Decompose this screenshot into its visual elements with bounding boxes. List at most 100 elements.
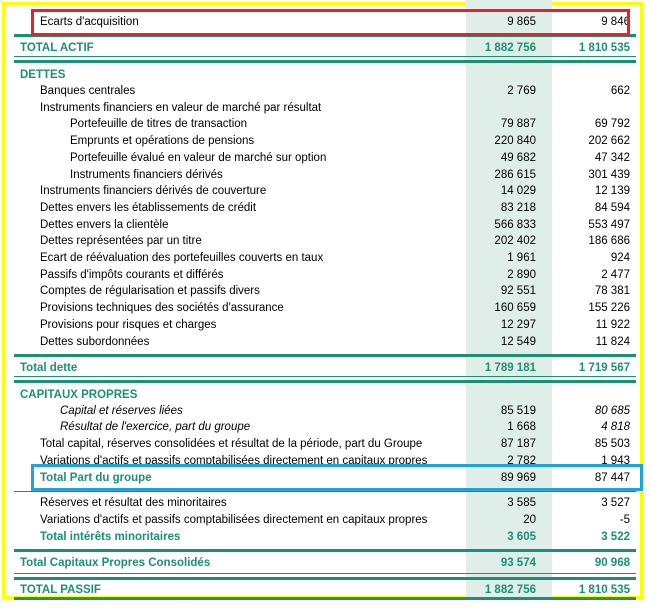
value-previous: 84 594 bbox=[594, 201, 630, 214]
row-label: Portefeuille de titres de transaction bbox=[70, 118, 248, 131]
row-label: Réserves et résultat des minoritaires bbox=[40, 497, 227, 509]
divider bbox=[14, 60, 636, 63]
dettes-row: Provisions pour risques et charges 12 297… bbox=[14, 317, 636, 333]
value-current: 12 297 bbox=[500, 318, 536, 331]
value-current: 220 840 bbox=[494, 135, 536, 148]
divider bbox=[14, 577, 636, 580]
row-label: Dettes subordonnées bbox=[40, 335, 150, 348]
value-previous: 924 bbox=[610, 252, 630, 264]
total-dette-row: Total dette 1 789 181 1 719 567 bbox=[14, 360, 636, 376]
row-label: Provisions techniques des sociétés d'ass… bbox=[40, 302, 284, 315]
row-label: Portefeuille évalué en valeur de marché … bbox=[70, 151, 327, 164]
row-label: Provisions pour risques et charges bbox=[40, 318, 217, 331]
divider bbox=[14, 376, 636, 377]
row-label: Instruments financiers en valeur de marc… bbox=[40, 101, 322, 114]
value-current: 1 882 756 bbox=[484, 42, 536, 54]
minoritaires-row: Total intérêts minoritaires 3 605 3 522 bbox=[14, 529, 636, 545]
value-current: 566 833 bbox=[494, 218, 536, 231]
value-current: 3 605 bbox=[507, 531, 536, 543]
divider bbox=[14, 549, 636, 552]
dettes-row: Dettes envers la clientèle 566 833 553 497 bbox=[14, 217, 636, 233]
dettes-row: Portefeuille de titres de transaction 79 … bbox=[14, 116, 636, 132]
value-current: 85 519 bbox=[500, 405, 536, 417]
row-label: Banques centrales bbox=[40, 85, 136, 97]
value-previous: 47 342 bbox=[594, 151, 630, 164]
value-previous: 2 477 bbox=[601, 268, 630, 281]
dettes-row: Passifs d'impôts courants et différés 2 8… bbox=[14, 267, 636, 283]
value-current: 93 574 bbox=[500, 557, 536, 569]
dettes-row: Dettes subordonnées 12 549 11 824 bbox=[14, 334, 636, 350]
row-label: Total intérêts minoritaires bbox=[40, 531, 181, 543]
value-previous: 1 810 535 bbox=[578, 584, 630, 596]
balance-sheet-table: DETTES CAPITAUX PROPRES Total dette 1 78… bbox=[0, 0, 651, 608]
value-current: 286 615 bbox=[494, 168, 536, 181]
value-previous: 1 719 567 bbox=[578, 362, 630, 374]
row-label: Total Capitaux Propres Consolidés bbox=[20, 557, 211, 569]
value-current: 79 887 bbox=[500, 118, 536, 131]
minoritaires-row: Réserves et résultat des minoritaires 3 5… bbox=[14, 495, 636, 511]
value-current: 20 bbox=[523, 514, 536, 526]
dettes-header: DETTES bbox=[14, 67, 636, 83]
value-current: 1 668 bbox=[507, 421, 536, 433]
value-previous: 3 527 bbox=[601, 497, 630, 509]
value-previous: 301 439 bbox=[588, 168, 630, 181]
value-previous: 78 381 bbox=[594, 285, 630, 298]
row-label: Comptes de régularisation et passifs div… bbox=[40, 285, 260, 298]
value-current: 1 882 756 bbox=[484, 584, 536, 596]
value-previous: 69 792 bbox=[594, 118, 630, 131]
value-previous: 3 522 bbox=[601, 531, 630, 543]
value-current: 2 890 bbox=[507, 268, 536, 281]
row-label: Passifs d'impôts courants et différés bbox=[40, 268, 224, 281]
row-label: Total dette bbox=[20, 362, 78, 374]
value-current: 1 789 181 bbox=[484, 362, 536, 374]
divider bbox=[14, 573, 636, 574]
value-previous: 186 686 bbox=[588, 235, 630, 248]
value-previous: 85 503 bbox=[594, 438, 630, 450]
value-previous: 4 818 bbox=[601, 421, 630, 433]
capitaux-header: CAPITAUX PROPRES bbox=[14, 387, 636, 403]
row-label: Ecart de réévaluation des portefeuilles … bbox=[40, 252, 324, 264]
divider bbox=[14, 491, 636, 492]
row-label: Résultat de l'exercice, part du groupe bbox=[60, 421, 251, 433]
value-previous: 11 824 bbox=[595, 335, 630, 348]
dettes-row: Instruments financiers en valeur de marc… bbox=[14, 100, 636, 116]
dettes-row: Portefeuille évalué en valeur de marché … bbox=[14, 150, 636, 166]
value-previous: 553 497 bbox=[588, 218, 630, 231]
value-current: 1 961 bbox=[507, 252, 536, 264]
total-actif-row: TOTAL ACTIF 1 882 756 1 810 535 bbox=[14, 40, 636, 56]
value-current: 92 551 bbox=[500, 285, 536, 298]
value-current: 87 187 bbox=[500, 438, 536, 450]
capitaux-row: Capital et réserves liées 85 519 80 685 bbox=[14, 403, 636, 419]
dettes-row: Provisions techniques des sociétés d'ass… bbox=[14, 300, 636, 316]
row-label: Emprunts et opérations de pensions bbox=[70, 135, 255, 148]
value-previous: 202 662 bbox=[588, 135, 630, 148]
capitaux-row: Résultat de l'exercice, part du groupe 1 … bbox=[14, 419, 636, 435]
row-label: Dettes représentées par un titre bbox=[40, 235, 202, 248]
value-current: 14 029 bbox=[500, 185, 536, 198]
divider bbox=[14, 380, 636, 383]
value-current: 3 585 bbox=[507, 497, 536, 509]
dettes-row: Dettes représentées par un titre 202 402 1… bbox=[14, 233, 636, 249]
value-previous: 662 bbox=[610, 85, 630, 97]
divider bbox=[14, 56, 636, 57]
value-previous: 155 226 bbox=[588, 302, 630, 315]
value-previous: 90 968 bbox=[594, 557, 630, 569]
dettes-row: Banques centrales 2 769 662 bbox=[14, 83, 636, 99]
row-label: TOTAL PASSIF bbox=[20, 584, 101, 596]
section-title: DETTES bbox=[20, 69, 66, 81]
row-label: Instruments financiers dérivés de couver… bbox=[40, 185, 267, 198]
dettes-row: Instruments financiers dérivés 286 615 301… bbox=[14, 167, 636, 183]
row-label: Variations d'actifs et passifs comptabil… bbox=[40, 514, 428, 526]
value-previous: 80 685 bbox=[594, 405, 630, 417]
value-previous: -5 bbox=[619, 514, 630, 526]
minoritaires-row: Variations d'actifs et passifs comptabil… bbox=[14, 512, 636, 528]
row-label: TOTAL ACTIF bbox=[20, 42, 94, 54]
value-current: 12 549 bbox=[500, 335, 536, 348]
dettes-row: Dettes envers les établissements de créd… bbox=[14, 200, 636, 216]
red-highlight-box bbox=[31, 9, 630, 36]
row-label: Dettes envers la clientèle bbox=[40, 218, 169, 231]
dettes-row: Instruments financiers dérivés de couver… bbox=[14, 183, 636, 199]
total-passif-row: TOTAL PASSIF 1 882 756 1 810 535 bbox=[14, 582, 636, 598]
value-current: 49 682 bbox=[500, 151, 536, 164]
row-label: Capital et réserves liées bbox=[60, 405, 183, 417]
